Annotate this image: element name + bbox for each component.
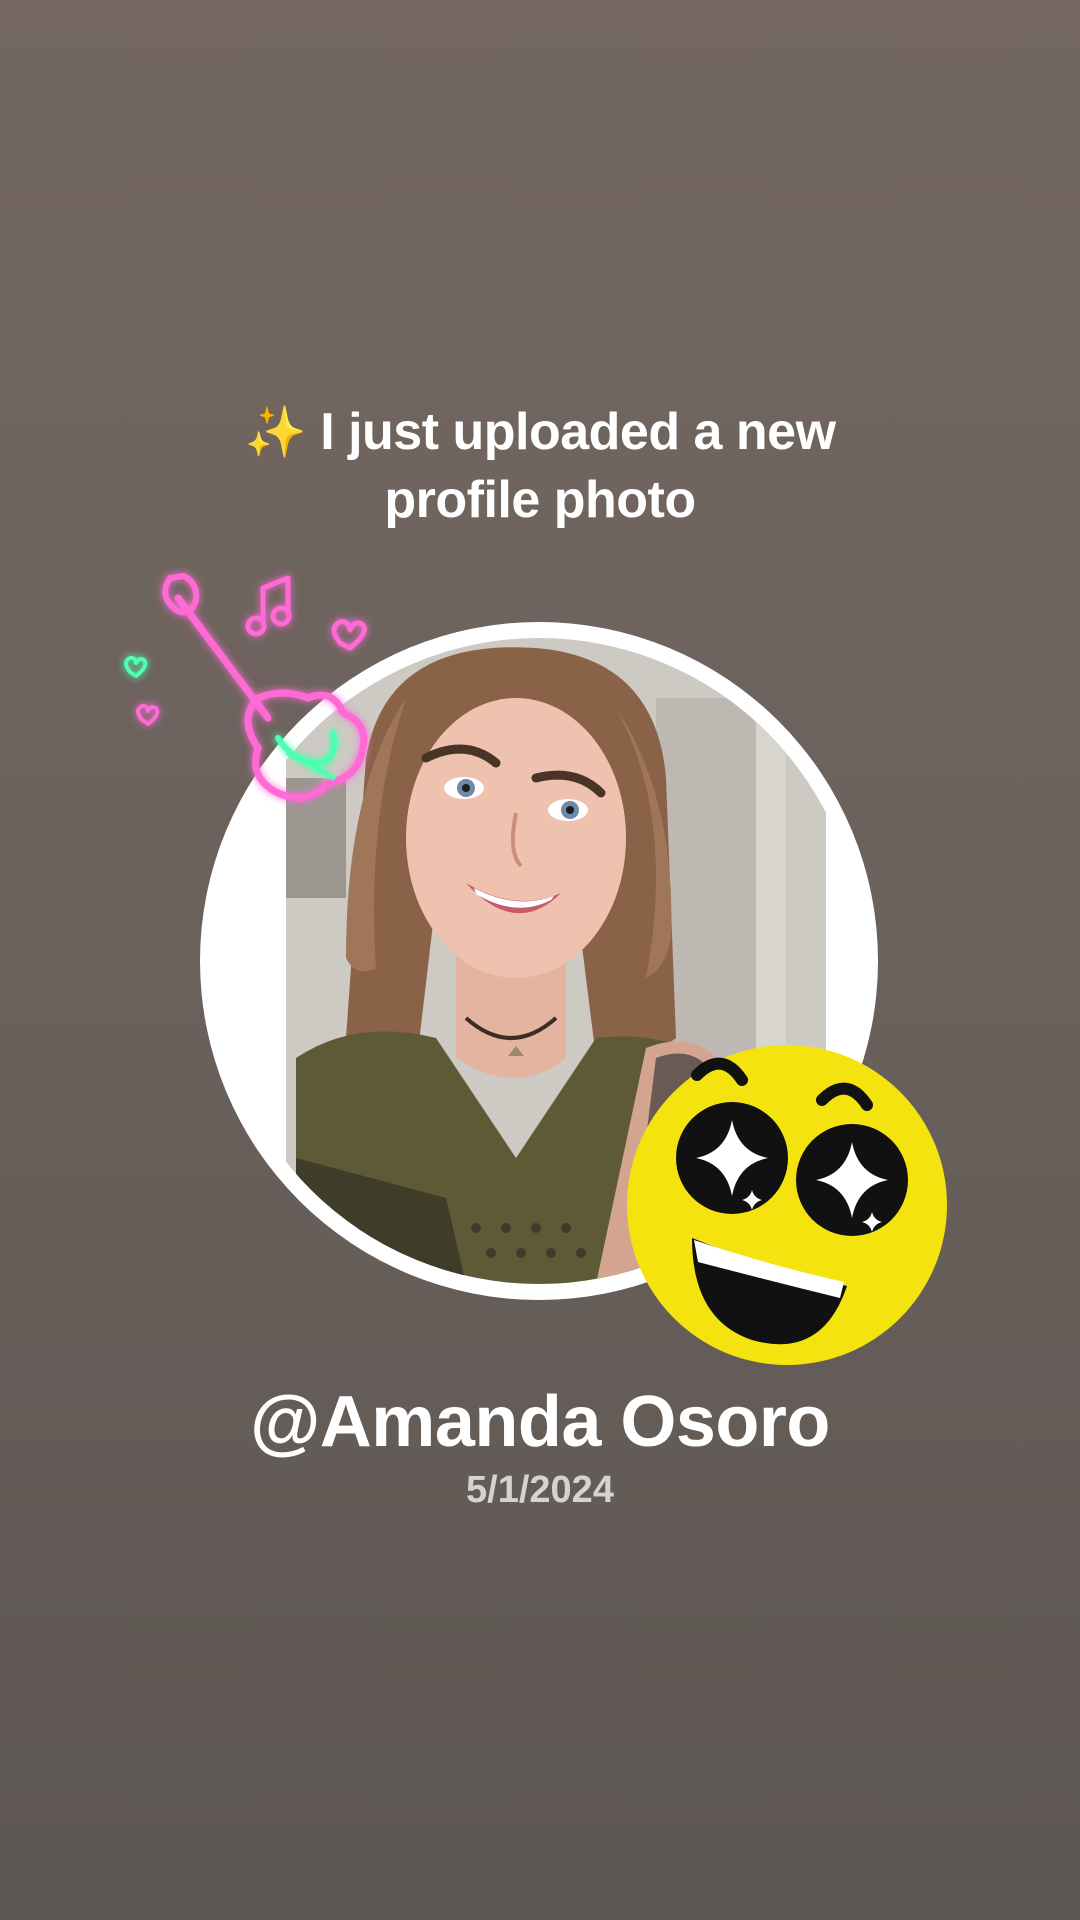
headline-text-1: I just uploaded a new [320, 403, 836, 461]
sparkles-icon: ✨ [244, 404, 307, 460]
headline-line-2: profile photo [384, 471, 696, 529]
profile-username: @Amanda Osoro [250, 1382, 830, 1462]
starry-eyed-smiley-sticker [622, 1040, 952, 1370]
neon-guitar-sticker [118, 548, 398, 818]
announcement-headline: ✨ I just uploaded a new profile photo [0, 398, 1080, 534]
upload-date: 5/1/2024 [466, 1469, 614, 1511]
headline-line-1: ✨ I just uploaded a new [0, 398, 1080, 466]
